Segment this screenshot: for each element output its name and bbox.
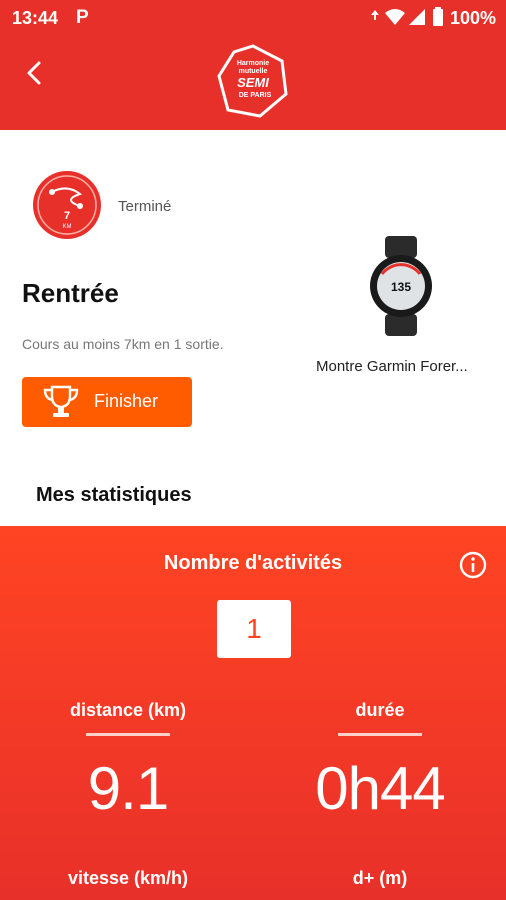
battery-percentage: 100% xyxy=(449,8,496,28)
wifi-icon xyxy=(385,9,405,25)
challenge-badge-icon: 7 KM xyxy=(33,171,101,239)
svg-text:135: 135 xyxy=(391,280,411,294)
speed-label: vitesse (km/h) xyxy=(67,868,189,888)
svg-text:DE PARIS: DE PARIS xyxy=(239,92,272,99)
trophy-icon xyxy=(43,385,79,417)
duration-divider xyxy=(338,733,422,736)
battery-icon xyxy=(433,7,443,26)
garmin-watch-image[interactable]: 135 xyxy=(368,236,434,336)
watch-name[interactable]: Montre Garmin Forer... xyxy=(316,358,468,375)
finisher-label: Finisher xyxy=(94,391,159,411)
status-app-icon: P xyxy=(76,7,89,28)
duration-value: 0h44 xyxy=(315,755,445,822)
back-arrow-icon[interactable] xyxy=(22,60,48,86)
stats-heading: Mes statistiques xyxy=(36,484,192,506)
svg-text:SEMI: SEMI xyxy=(237,75,269,90)
duration-label: durée xyxy=(355,700,405,720)
semi-de-paris-logo: Harmonie mutuelle SEMI DE PARIS xyxy=(217,44,288,118)
sync-icon xyxy=(371,10,379,20)
status-time: 13:44 xyxy=(12,8,59,28)
signal-icon xyxy=(409,9,425,25)
elevation-label: d+ (m) xyxy=(352,868,408,888)
svg-text:KM: KM xyxy=(63,224,72,230)
svg-text:7: 7 xyxy=(64,210,70,222)
distance-value: 9.1 xyxy=(87,755,169,822)
distance-label: distance (km) xyxy=(69,700,187,720)
svg-text:Harmonie: Harmonie xyxy=(237,60,269,67)
finisher-button[interactable]: Finisher xyxy=(22,377,192,427)
distance-divider xyxy=(86,733,170,736)
svg-text:mutuelle: mutuelle xyxy=(239,68,268,75)
info-icon[interactable] xyxy=(458,550,488,580)
challenge-status: Terminé xyxy=(118,198,172,215)
challenge-description: Cours au moins 7km en 1 sortie. xyxy=(22,336,224,352)
activities-label: Nombre d'activités xyxy=(163,552,343,574)
challenge-title: Rentrée xyxy=(22,278,119,308)
activities-count: 1 xyxy=(217,600,291,658)
